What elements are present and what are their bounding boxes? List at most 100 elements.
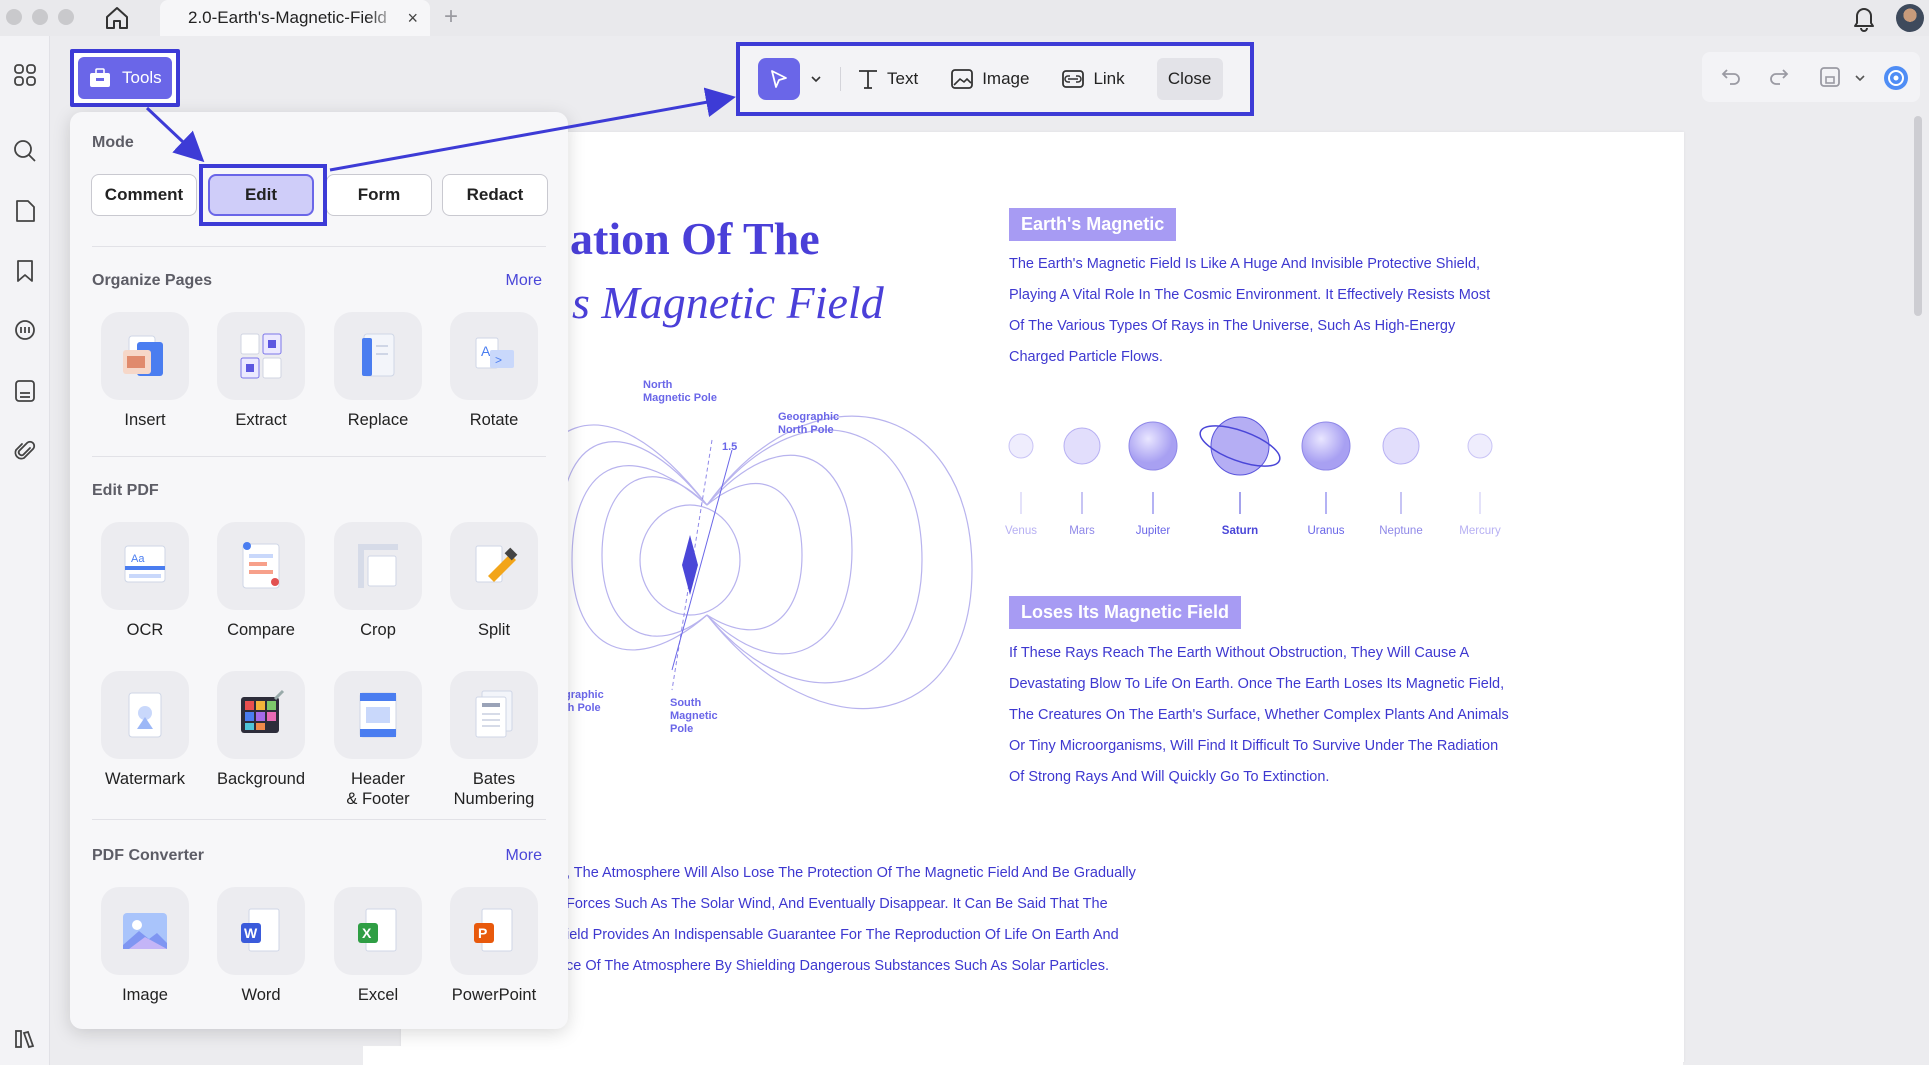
svg-text:X: X [362, 925, 372, 941]
watermark-icon [128, 692, 162, 738]
tab-close-button[interactable]: × [407, 8, 418, 29]
mode-form-button[interactable]: Form [326, 174, 432, 216]
edit-mode-highlight [199, 164, 327, 226]
window-zoom-control[interactable] [58, 9, 74, 25]
add-link-button[interactable]: Link [1061, 68, 1125, 90]
bottom-line-2: Forces Such As The Solar Wind, And Event… [566, 896, 1108, 912]
tool-convert-excel[interactable]: X Excel [320, 887, 436, 1005]
svg-text:Aa: Aa [131, 553, 145, 565]
tool-convert-powerpoint[interactable]: P PowerPoint [436, 887, 552, 1005]
powerpoint-icon: P [474, 908, 513, 952]
bookmarks-button[interactable] [12, 258, 38, 284]
extract-icon [240, 333, 282, 379]
planet-neptune [1382, 427, 1420, 514]
add-text-button[interactable]: Text [857, 68, 918, 90]
tool-convert-word[interactable]: W Word [203, 887, 319, 1005]
tool-header-footer[interactable]: Header & Footer [320, 671, 436, 809]
comments-button[interactable] [12, 318, 38, 344]
pages-button[interactable] [12, 198, 38, 224]
ocr-icon: Aa [124, 545, 166, 583]
save-icon[interactable] [1819, 66, 1841, 88]
window-minimize-control[interactable] [32, 9, 48, 25]
home-button[interactable] [102, 4, 132, 32]
document-icon [15, 380, 35, 402]
section-paragraph-2[interactable]: If These Rays Reach The Earth Without Ob… [1009, 638, 1509, 793]
notifications-button[interactable] [1851, 4, 1877, 37]
planet-jupiter [1128, 421, 1178, 514]
planet-saturn [1199, 416, 1281, 514]
tool-compare[interactable]: Compare [203, 522, 319, 640]
magnetic-field-diagram[interactable]: North Magnetic Pole Geographic North Pole … [562, 360, 982, 750]
tools-button-highlight: Tools [70, 49, 180, 107]
tool-convert-image[interactable]: Image [87, 887, 203, 1005]
library-button[interactable] [12, 1026, 38, 1052]
insert-pages-icon [123, 335, 163, 376]
tool-insert[interactable]: Insert [87, 312, 203, 430]
label-north-magnetic-pole: North Magnetic Pole [643, 379, 717, 404]
vertical-scrollbar[interactable] [1914, 116, 1922, 316]
divider [92, 456, 546, 457]
pdf-next-page [363, 1046, 1683, 1065]
add-image-button[interactable]: Image [950, 68, 1029, 90]
search-icon [14, 140, 36, 162]
redo-icon[interactable] [1768, 66, 1790, 86]
text-icon [859, 70, 877, 89]
bottom-line-3: ield Provides An Indispensable Guarantee… [566, 927, 1119, 943]
select-tool-button[interactable] [758, 58, 800, 100]
tool-crop[interactable]: Crop [320, 522, 436, 640]
tool-label: PowerPoint [451, 986, 537, 1004]
forms-button[interactable] [12, 378, 38, 404]
tool-ocr[interactable]: Aa OCR [87, 522, 203, 640]
label-angle: 1.5 [722, 441, 737, 453]
tool-replace[interactable]: Replace [320, 312, 436, 430]
tool-label: Header & Footer [346, 770, 410, 808]
window-close-control[interactable] [6, 9, 22, 25]
grid-icon [14, 64, 36, 86]
tool-watermark[interactable]: Watermark [87, 671, 203, 789]
svg-text:A: A [481, 343, 491, 359]
toolbar-separator [840, 67, 841, 91]
home-icon [106, 7, 128, 29]
attachments-button[interactable] [12, 438, 38, 464]
undo-icon[interactable] [1720, 66, 1742, 86]
bottom-paragraph[interactable]: , The Atmosphere Will Also Lose The Prot… [566, 858, 1166, 982]
tool-bates-numbering[interactable]: Bates Numbering [436, 671, 552, 809]
thumbnails-button[interactable] [12, 62, 38, 88]
tool-background[interactable]: Background [203, 671, 319, 789]
planet-label-mercury: Mercury [1459, 525, 1501, 537]
section-heading-loses-field[interactable]: Loses Its Magnetic Field [1009, 596, 1242, 629]
library-icon [15, 1030, 35, 1049]
mode-redact-button[interactable]: Redact [442, 174, 548, 216]
section-paragraph-1[interactable]: The Earth's Magnetic Field Is Like A Hug… [1009, 249, 1509, 373]
new-tab-button[interactable]: + [444, 3, 458, 31]
document-title-line2[interactable]: s Magnetic Field [572, 276, 884, 329]
converter-more-link[interactable]: More [506, 847, 542, 865]
chevron-down-icon[interactable] [1854, 74, 1866, 82]
organize-more-link[interactable]: More [506, 272, 542, 290]
planet-mercury [1467, 433, 1493, 514]
tool-label: Compare [227, 621, 295, 639]
document-title-line1[interactable]: ation Of The [570, 212, 820, 265]
avatar[interactable] [1896, 4, 1924, 32]
background-icon [241, 689, 285, 733]
image-label: Image [982, 69, 1030, 88]
right-toolbar [1702, 52, 1920, 102]
ai-assistant-icon[interactable] [1882, 64, 1910, 92]
label-geographic-south-pole: graphic th Pole [564, 689, 604, 714]
close-edit-button[interactable]: Close [1156, 58, 1223, 100]
search-button[interactable] [12, 138, 38, 164]
document-tab[interactable]: 2.0-Earth's-Magnetic-Field × [160, 0, 430, 36]
chevron-down-icon[interactable] [810, 75, 822, 83]
mode-comment-button[interactable]: Comment [91, 174, 197, 216]
planet-label-neptune: Neptune [1379, 525, 1422, 537]
text-label: Text [887, 69, 919, 88]
planet-label-venus: Venus [1005, 525, 1037, 537]
tool-label: Rotate [469, 411, 519, 429]
tools-button[interactable]: Tools [78, 57, 172, 99]
tool-extract[interactable]: Extract [203, 312, 319, 430]
tool-split[interactable]: Split [436, 522, 552, 640]
planet-venus [1008, 433, 1034, 514]
tool-rotate[interactable]: A > Rotate [436, 312, 552, 430]
section-heading-earths-magnetic[interactable]: Earth's Magnetic [1009, 208, 1177, 241]
bell-icon [1854, 8, 1874, 32]
